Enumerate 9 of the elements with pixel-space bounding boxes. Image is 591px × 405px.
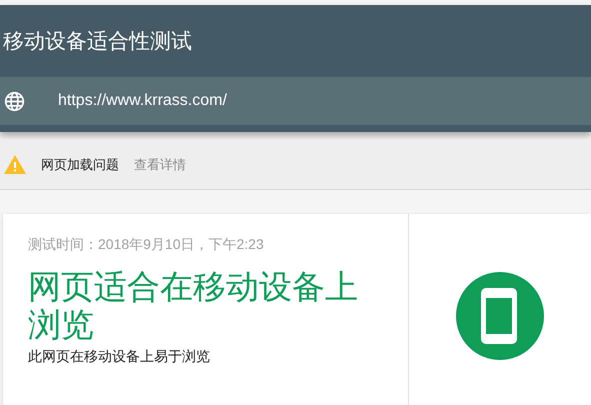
warning-icon (4, 155, 26, 174)
url-text: https://www.krrass.com/ (58, 92, 227, 110)
result-heading: 网页适合在移动设备上浏览 (28, 268, 359, 344)
page-title: 移动设备适合性测试 (3, 29, 192, 55)
globe-icon (4, 90, 25, 112)
details-link[interactable]: 查看详情 (134, 156, 186, 174)
issue-message: 网页加载问题 (41, 156, 119, 174)
result-description: 此网页在移动设备上易于浏览 (28, 348, 211, 366)
test-time: 测试时间：2018年9月10日，下午2:23 (28, 236, 265, 254)
